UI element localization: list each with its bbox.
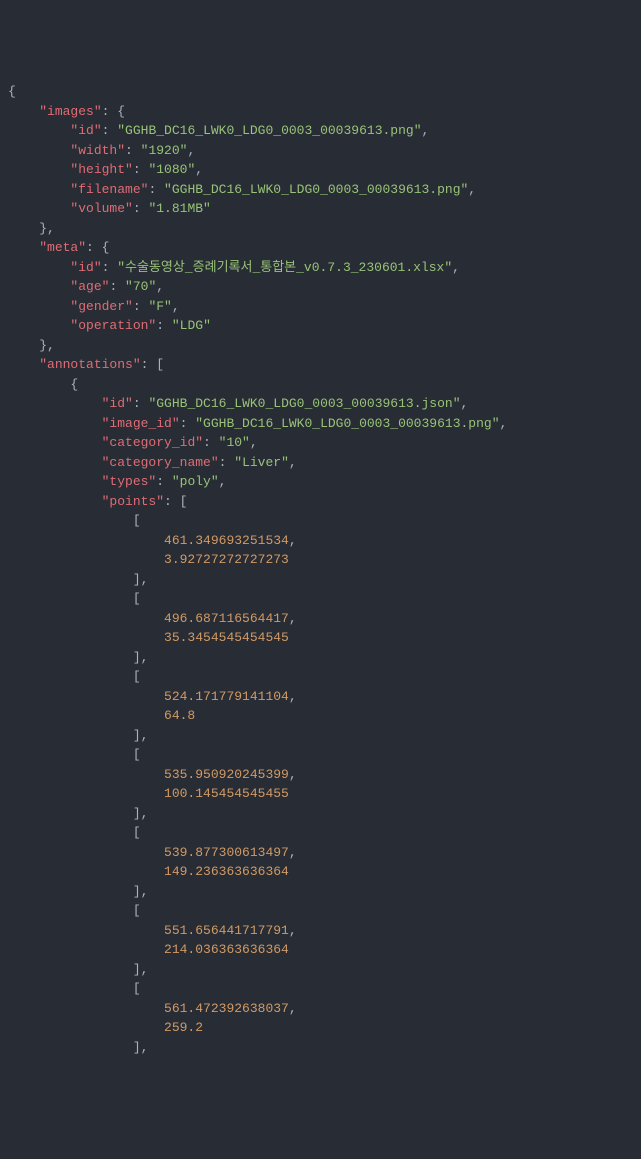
code-line: "image_id": "GGHB_DC16_LWK0_LDG0_0003_00… bbox=[0, 414, 641, 434]
code-line: 524.171779141104, bbox=[0, 687, 641, 707]
code-line: [ bbox=[0, 589, 641, 609]
json-code-block: { "images": { "id": "GGHB_DC16_LWK0_LDG0… bbox=[0, 82, 641, 1057]
code-line: "id": "GGHB_DC16_LWK0_LDG0_0003_00039613… bbox=[0, 394, 641, 414]
code-line: "id": "수술동영상_증례기록서_통합본_v0.7.3_230601.xls… bbox=[0, 258, 641, 278]
code-line: { bbox=[0, 375, 641, 395]
code-line: "operation": "LDG" bbox=[0, 316, 641, 336]
code-line: 100.145454545455 bbox=[0, 784, 641, 804]
code-line: "width": "1920", bbox=[0, 141, 641, 161]
code-line: "volume": "1.81MB" bbox=[0, 199, 641, 219]
code-line: ], bbox=[0, 804, 641, 824]
code-line: 149.236363636364 bbox=[0, 862, 641, 882]
code-line: "age": "70", bbox=[0, 277, 641, 297]
code-line: ], bbox=[0, 960, 641, 980]
code-line: "category_id": "10", bbox=[0, 433, 641, 453]
code-line: "images": { bbox=[0, 102, 641, 122]
code-line: ], bbox=[0, 726, 641, 746]
code-line: 461.349693251534, bbox=[0, 531, 641, 551]
code-line: [ bbox=[0, 511, 641, 531]
code-line: "points": [ bbox=[0, 492, 641, 512]
code-line: 561.472392638037, bbox=[0, 999, 641, 1019]
code-line: 259.2 bbox=[0, 1018, 641, 1038]
code-line: "category_name": "Liver", bbox=[0, 453, 641, 473]
code-line: 535.950920245399, bbox=[0, 765, 641, 785]
code-line: 551.656441717791, bbox=[0, 921, 641, 941]
code-line: ], bbox=[0, 1038, 641, 1058]
code-line: "meta": { bbox=[0, 238, 641, 258]
code-line: "height": "1080", bbox=[0, 160, 641, 180]
code-line: "filename": "GGHB_DC16_LWK0_LDG0_0003_00… bbox=[0, 180, 641, 200]
code-line: 3.92727272727273 bbox=[0, 550, 641, 570]
code-line: ], bbox=[0, 648, 641, 668]
code-line: 539.877300613497, bbox=[0, 843, 641, 863]
code-line: }, bbox=[0, 336, 641, 356]
code-line: ], bbox=[0, 882, 641, 902]
code-line: [ bbox=[0, 745, 641, 765]
code-line: 35.3454545454545 bbox=[0, 628, 641, 648]
code-line: }, bbox=[0, 219, 641, 239]
code-line: 64.8 bbox=[0, 706, 641, 726]
code-line: "id": "GGHB_DC16_LWK0_LDG0_0003_00039613… bbox=[0, 121, 641, 141]
code-line: { bbox=[0, 82, 641, 102]
code-line: [ bbox=[0, 979, 641, 999]
code-line: "annotations": [ bbox=[0, 355, 641, 375]
code-line: ], bbox=[0, 570, 641, 590]
code-line: 496.687116564417, bbox=[0, 609, 641, 629]
code-line: [ bbox=[0, 901, 641, 921]
code-line: [ bbox=[0, 823, 641, 843]
code-line: "gender": "F", bbox=[0, 297, 641, 317]
code-line: [ bbox=[0, 667, 641, 687]
code-line: "types": "poly", bbox=[0, 472, 641, 492]
